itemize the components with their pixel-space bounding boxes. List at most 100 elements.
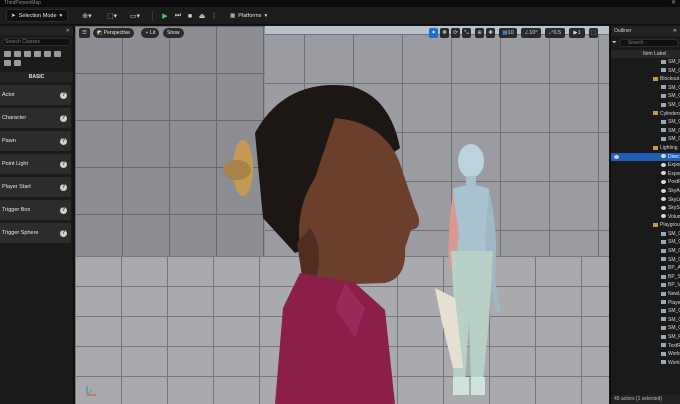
help-icon[interactable]: ? (60, 160, 67, 168)
visual-effects-icon[interactable] (44, 51, 51, 57)
outliner-row[interactable]: BP_Skin (611, 273, 680, 282)
help-icon[interactable]: ? (60, 229, 67, 237)
outliner-row[interactable]: TextRender (611, 342, 680, 351)
basic-icon[interactable] (14, 51, 21, 57)
place-item-trigger-box[interactable]: Trigger Box ? (0, 200, 71, 220)
mesh-icon (661, 68, 666, 73)
outliner-row[interactable]: SM_Cube (611, 316, 680, 325)
help-icon[interactable]: ? (60, 114, 67, 122)
rotate-tool-icon[interactable]: ⟳ (451, 28, 460, 38)
platforms-button[interactable]: ▦ Platforms ▾ (230, 10, 267, 22)
outliner-row[interactable]: SM_Cylinder (611, 118, 680, 127)
outliner-row[interactable]: BP_Actor (611, 264, 680, 273)
outliner-row[interactable]: SM_Cube (611, 92, 680, 101)
outliner-row[interactable]: SM_Cube (611, 324, 680, 333)
mesh-icon (661, 360, 666, 365)
surface-snap-icon[interactable]: ✚ (486, 28, 495, 38)
play-icon[interactable]: ▶ (160, 10, 170, 22)
outliner-row[interactable]: ExponentialHeightFog (611, 170, 680, 179)
outliner-row[interactable]: VolumetricCloud (611, 213, 680, 222)
help-icon[interactable]: ? (60, 183, 67, 191)
add-content-button[interactable]: ⊕▾ (80, 10, 94, 22)
eject-icon[interactable]: ⏏ (198, 10, 206, 22)
cinematic-icon[interactable] (4, 60, 11, 66)
place-item-player-start[interactable]: Player Start ? (0, 177, 71, 197)
camera-speed-button[interactable]: ▶ 1 (569, 28, 585, 38)
outliner-row[interactable]: SkyAtmosphere (611, 187, 680, 196)
outliner-row[interactable]: Blockout (611, 75, 680, 84)
show-button[interactable]: Show (163, 28, 184, 38)
step-icon[interactable]: ⏭ (174, 10, 182, 22)
close-icon[interactable]: ✕ (673, 28, 677, 34)
outliner-search-input[interactable]: Search (618, 39, 679, 47)
outliner-row[interactable]: SM_Ramp (611, 58, 680, 67)
cinematics-button[interactable]: ▭▾ (128, 10, 142, 22)
volumes-icon[interactable] (54, 51, 61, 57)
select-tool-icon[interactable]: ✦ (429, 28, 438, 38)
blueprint-button[interactable]: ⬚▾ (104, 10, 120, 22)
outliner-row[interactable]: DirectionalLight (611, 152, 680, 162)
outliner-row[interactable]: NewLevel (611, 290, 680, 299)
outliner-row[interactable]: SM_Cube (611, 67, 680, 76)
recent-icon[interactable] (4, 51, 11, 57)
perspective-button[interactable]: ◩ Perspective (93, 28, 134, 38)
filter-icon[interactable]: ⏷ (612, 40, 617, 47)
scale-tool-icon[interactable]: ⤡ (462, 28, 471, 38)
rotation-snap-button[interactable]: ∠ 10° (521, 28, 541, 38)
outliner-row[interactable]: WorldDataLayers (611, 350, 680, 359)
level-viewport[interactable]: ☰ ◩ Perspective ◑ Lit Show ✦ ✥ ⟳ ⤡ ⊕ ✚ ▦… (75, 26, 609, 404)
lights-icon[interactable] (24, 51, 31, 57)
help-icon[interactable]: ? (60, 137, 67, 145)
grid-snap-button[interactable]: ▦ 10 (499, 28, 517, 38)
outliner-row[interactable]: SM_Cube (611, 247, 680, 256)
character-figure[interactable] (215, 78, 475, 404)
place-actors-panel: ✕ Search Classes BASIC Actor ? Character… (0, 26, 74, 404)
place-item-pawn[interactable]: Pawn ? (0, 131, 71, 151)
outliner-row[interactable]: SM_Ramp (611, 333, 680, 342)
all-classes-icon[interactable] (14, 60, 21, 66)
outliner-row-label: SM_Cube (668, 67, 680, 74)
outliner-row[interactable]: SM_Cube (611, 84, 680, 93)
visibility-eye-icon[interactable] (614, 154, 619, 159)
close-icon[interactable]: ✕ (66, 28, 70, 34)
class-search-input[interactable]: Search Classes (2, 38, 71, 46)
outliner-row-label: SM_Cylinder (668, 119, 680, 126)
outliner-title[interactable]: Outliner (614, 28, 632, 34)
outliner-row[interactable]: SkyLight (611, 196, 680, 205)
outliner-column-header[interactable]: Item Label (611, 50, 680, 58)
scale-snap-button[interactable]: ⤢ 0.5 (545, 28, 565, 38)
outliner-row[interactable]: SM_Cube (611, 238, 680, 247)
place-item-trigger-sphere[interactable]: Trigger Sphere ? (0, 223, 71, 243)
outliner-row[interactable]: Lighting (611, 144, 680, 153)
stop-icon[interactable]: ■ (186, 10, 194, 22)
viewport-menu-button[interactable]: ☰ (79, 28, 90, 38)
place-item-character[interactable]: Character ? (0, 108, 71, 128)
help-icon[interactable]: ? (60, 206, 67, 214)
world-space-icon[interactable]: ⊕ (475, 28, 484, 38)
more-options-icon[interactable]: ⋮ (210, 10, 218, 22)
shapes-icon[interactable] (34, 51, 41, 57)
close-icon[interactable]: ✕ (671, 0, 676, 7)
outliner-row[interactable]: SM_Cube (611, 307, 680, 316)
outliner-row[interactable]: ExponentialHeightFog (611, 161, 680, 170)
place-item-actor[interactable]: Actor ? (0, 85, 71, 105)
outliner-row[interactable]: BP_VAT (611, 281, 680, 290)
outliner-row[interactable]: Cylinders (611, 110, 680, 119)
translate-tool-icon[interactable]: ✥ (440, 28, 449, 38)
mesh-icon (661, 128, 666, 133)
outliner-row[interactable]: SM_Cube (611, 230, 680, 239)
lit-button[interactable]: ◑ Lit (141, 28, 160, 38)
selection-mode-dropdown[interactable]: ➤ Selection Mode ▾ (6, 9, 68, 22)
outliner-row[interactable]: SM_Cylinder (611, 135, 680, 144)
outliner-row[interactable]: PostProcessVolume (611, 178, 680, 187)
outliner-row[interactable]: WorldPartition (611, 359, 680, 368)
outliner-row[interactable]: SM_Cube (611, 101, 680, 110)
outliner-row[interactable]: SM_Cube (611, 256, 680, 265)
place-item-point-light[interactable]: Point Light ? (0, 154, 71, 174)
outliner-row[interactable]: Playground (611, 221, 680, 230)
maximize-viewport-icon[interactable]: ⬚ (589, 28, 599, 38)
help-icon[interactable]: ? (60, 91, 67, 99)
outliner-row[interactable]: SM_Cylinder (611, 127, 680, 136)
outliner-row[interactable]: SkySphere (611, 204, 680, 213)
outliner-row[interactable]: PlayerStart (611, 299, 680, 308)
